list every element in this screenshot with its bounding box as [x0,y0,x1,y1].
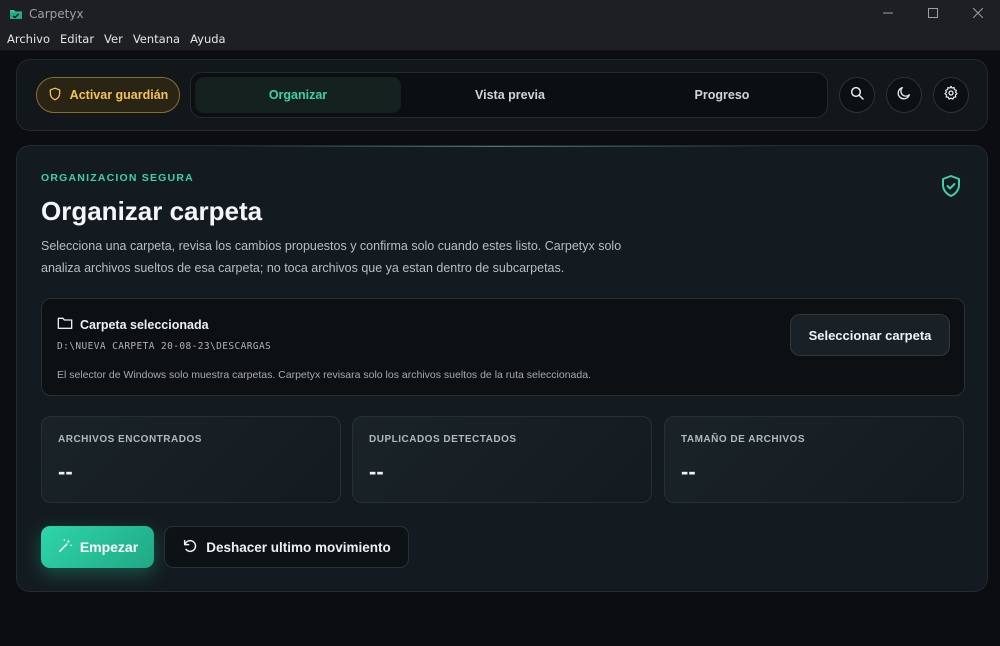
shield-icon [48,87,62,104]
menu-bar: Archivo Editar Ver Ventana Ayuda [0,27,1000,51]
shield-check-icon [939,174,963,203]
stat-file-size: TAMAÑO DE ARCHIVOS -- [664,416,964,503]
search-icon [849,85,865,106]
undo-icon [182,538,198,557]
menu-ver[interactable]: Ver [99,32,128,46]
moon-icon [896,85,912,106]
organize-panel: ORGANIZACION SEGURA Organizar carpeta Se… [16,145,988,592]
tab-progreso[interactable]: Progreso [619,77,825,113]
folder-hint: El selector de Windows solo muestra carp… [57,369,591,381]
gear-icon [943,85,959,106]
select-folder-button[interactable]: Seleccionar carpeta [790,314,950,356]
maximize-icon [927,5,938,23]
page-title: Organizar carpeta [41,196,263,226]
magic-wand-icon [57,538,73,557]
settings-button[interactable] [933,77,969,113]
stat-value: -- [681,459,696,484]
tab-bar: Organizar Vista previa Progreso [190,72,828,118]
minimize-button[interactable] [865,0,910,27]
stat-label: DUPLICADOS DETECTADOS [369,434,517,445]
start-label: Empezar [79,539,139,555]
stat-label: ARCHIVOS ENCONTRADOS [58,434,202,445]
undo-label: Deshacer ultimo movimiento [206,539,391,555]
close-icon [972,5,983,23]
stat-duplicates: DUPLICADOS DETECTADOS -- [352,416,652,503]
panel-glow [217,146,777,147]
guardian-label: Activar guardián [69,88,169,102]
theme-toggle-button[interactable] [886,77,922,113]
stat-value: -- [58,459,73,484]
maximize-button[interactable] [910,0,955,27]
stat-value: -- [369,459,384,484]
selected-folder-card: Carpeta seleccionada D:\NUEVA CARPETA 20… [41,298,965,396]
tab-vista-previa[interactable]: Vista previa [407,77,613,113]
stat-label: TAMAÑO DE ARCHIVOS [681,434,805,445]
header-bar: Activar guardián Organizar Vista previa … [16,59,988,131]
stat-files-found: ARCHIVOS ENCONTRADOS -- [41,416,341,503]
folder-icon [57,316,73,333]
close-button[interactable] [955,0,1000,27]
minimize-icon [882,5,893,23]
app-logo-icon [9,7,23,21]
undo-last-move-button[interactable]: Deshacer ultimo movimiento [164,526,409,568]
menu-ayuda[interactable]: Ayuda [185,32,231,46]
menu-ventana[interactable]: Ventana [128,32,185,46]
page-description: Selecciona una carpeta, revisa los cambi… [41,239,622,275]
tab-organizar[interactable]: Organizar [195,77,401,113]
search-button[interactable] [839,77,875,113]
folder-path: D:\NUEVA CARPETA 20-08-23\DESCARGAS [57,341,272,352]
menu-editar[interactable]: Editar [55,32,99,46]
section-eyebrow: ORGANIZACION SEGURA [41,172,194,184]
window-title: Carpetyx [29,6,84,21]
title-bar: Carpetyx [0,0,1000,27]
start-button[interactable]: Empezar [41,526,154,568]
menu-archivo[interactable]: Archivo [2,32,55,46]
folder-label: Carpeta seleccionada [80,317,209,332]
activate-guardian-button[interactable]: Activar guardián [36,77,180,113]
